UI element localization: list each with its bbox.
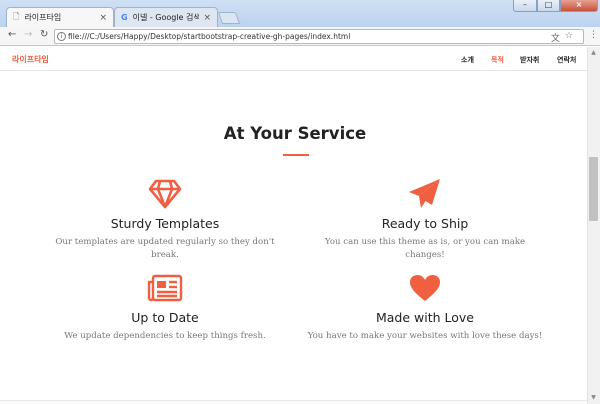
service-made-with-love: Made with Love You have to make your web…: [300, 272, 550, 343]
menu-icon[interactable]: ⋮: [589, 30, 598, 40]
heart-icon: [300, 272, 550, 304]
browser-tab-bar: 🗋 라이프타임 × G 이넬 - Google 검색 × – □ ×: [0, 0, 600, 27]
tab-google-search[interactable]: G 이넬 - Google 검색 ×: [114, 7, 218, 27]
back-button[interactable]: ←: [8, 29, 16, 40]
minimize-button[interactable]: –: [513, 0, 537, 12]
tab-title: 라이프타임: [24, 13, 62, 22]
site-brand[interactable]: 라이프타임: [12, 54, 49, 65]
diamond-icon: [40, 178, 290, 210]
url-text: file:///C:/Users/Happy/Desktop/startboot…: [68, 32, 351, 41]
close-window-button[interactable]: ×: [560, 0, 598, 12]
service-title: Ready to Ship: [381, 216, 469, 231]
address-bar[interactable]: i file:///C:/Users/Happy/Desktop/startbo…: [54, 29, 584, 44]
scroll-down-icon[interactable]: ▼: [589, 394, 598, 401]
tab-title: 이넬 - Google 검색: [132, 13, 200, 22]
forward-button[interactable]: →: [24, 29, 32, 40]
page-scrollbar[interactable]: [587, 47, 600, 404]
title-divider: [283, 154, 309, 156]
service-title: Up to Date: [131, 310, 199, 325]
service-text: We update dependencies to keep things fr…: [64, 331, 266, 341]
nav-link-portfolio[interactable]: 받자취: [520, 55, 539, 65]
translate-icon[interactable]: 文: [551, 31, 560, 44]
service-title: Sturdy Templates: [110, 216, 220, 231]
section-title: At Your Service: [223, 124, 367, 143]
page-icon: 🗋: [13, 11, 20, 21]
new-tab-button[interactable]: [217, 12, 241, 24]
scrollbar-thumb[interactable]: [589, 157, 598, 221]
tab-lifetime[interactable]: 🗋 라이프타임 ×: [6, 7, 114, 27]
service-up-to-date: Up to Date We update dependencies to kee…: [40, 272, 290, 343]
tab-close-icon[interactable]: ×: [99, 13, 107, 23]
bookmark-star-icon[interactable]: ☆: [565, 31, 573, 41]
service-title: Made with Love: [375, 310, 475, 325]
service-text: You can use this theme as is, or you can…: [324, 237, 526, 260]
reload-button[interactable]: ↻: [40, 29, 48, 40]
service-text: You have to make your websites with love…: [307, 331, 543, 341]
google-icon: G: [121, 13, 128, 22]
nav-link-about[interactable]: 소개: [461, 55, 474, 65]
paper-plane-icon: [300, 178, 550, 210]
newspaper-icon: [40, 272, 290, 304]
nav-link-services[interactable]: 목적: [491, 55, 504, 65]
service-text: Our templates are updated regularly so t…: [55, 237, 275, 260]
scroll-up-icon[interactable]: ▲: [589, 49, 598, 56]
page-bottom-edge: [0, 400, 587, 404]
info-icon[interactable]: i: [57, 32, 66, 41]
service-sturdy-templates: Sturdy Templates Our templates are updat…: [40, 178, 290, 262]
maximize-button[interactable]: □: [537, 0, 560, 12]
nav-link-contact[interactable]: 연락처: [557, 55, 576, 65]
site-navbar: 라이프타임 소개 목적 받자취 연락처: [0, 47, 587, 71]
tab-close-icon[interactable]: ×: [203, 13, 211, 23]
service-ready-to-ship: Ready to Ship You can use this theme as …: [300, 178, 550, 262]
